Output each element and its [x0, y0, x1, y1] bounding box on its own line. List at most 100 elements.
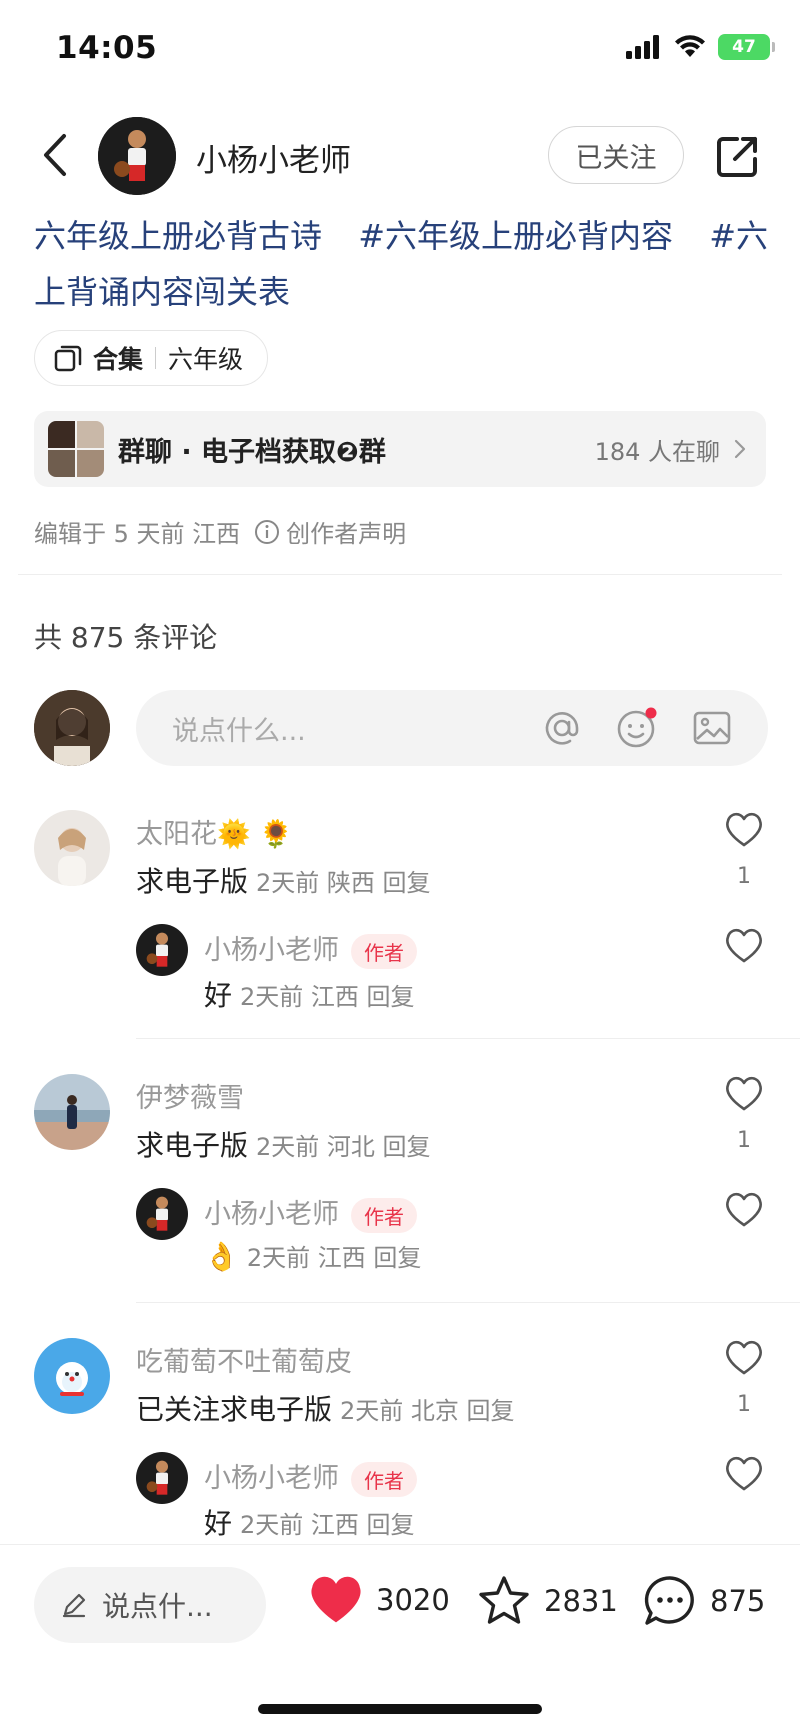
- reply-avatar[interactable]: [136, 1188, 188, 1240]
- reply-text: 好: [204, 1507, 233, 1540]
- mention-icon[interactable]: [542, 708, 582, 748]
- comment-text: 已关注求电子版: [136, 1393, 333, 1426]
- divider: [136, 1302, 800, 1303]
- status-icons: 47: [626, 34, 775, 60]
- reply-author-name[interactable]: 小杨小老师: [204, 1463, 339, 1494]
- heart-filled-icon: [311, 1576, 361, 1623]
- comment-bubble-icon: [644, 1576, 694, 1625]
- collection-chip[interactable]: 合集 六年级: [34, 330, 269, 386]
- hashtag-list: 六年级上册必背古诗 #六年级上册必背内容 #六上背诵内容闯关表: [34, 208, 774, 320]
- collection-label: 合集: [93, 345, 144, 374]
- creator-declaration[interactable]: 创作者声明: [286, 514, 406, 549]
- follow-button[interactable]: 已关注: [548, 126, 684, 184]
- avatar-beach-icon: [34, 1074, 110, 1150]
- star-icon: [479, 1576, 529, 1624]
- reply-text: 好: [204, 979, 233, 1012]
- home-indicator[interactable]: [258, 1704, 542, 1714]
- divider: [155, 347, 157, 369]
- reply-body: 好 2天前 江西 回复: [204, 974, 415, 1014]
- reply-body: 好 2天前 江西 回复: [204, 1502, 415, 1542]
- image-icon[interactable]: [692, 708, 732, 748]
- reply-avatar[interactable]: [136, 1452, 188, 1504]
- commenter-avatar[interactable]: [34, 1338, 110, 1414]
- commenter-name[interactable]: 太阳花🌞 🌻: [136, 812, 293, 851]
- reply-author-name[interactable]: 小杨小老师: [204, 1199, 339, 1230]
- author-avatar[interactable]: [98, 117, 176, 195]
- info-icon: [255, 519, 280, 544]
- reply-author: 小杨小老师 作者: [204, 1456, 417, 1497]
- divider: [18, 574, 782, 575]
- back-arrow-icon[interactable]: [36, 130, 76, 180]
- reply-author: 小杨小老师 作者: [204, 1192, 417, 1233]
- group-chat-count: 184 人在聊: [594, 437, 720, 466]
- reply-body: 👌 2天前 江西 回复: [204, 1238, 421, 1273]
- comment-text: 求电子版: [136, 1129, 249, 1162]
- comment-body: 求电子版 2天前 河北 回复: [136, 1124, 431, 1164]
- hashtag[interactable]: #六年级上册必背内容: [358, 217, 673, 255]
- edit-info: 编辑于 5 天前 江西: [34, 520, 241, 548]
- comment-meta[interactable]: 2天前 北京 回复: [340, 1397, 515, 1425]
- reply-meta[interactable]: 2天前 江西 回复: [240, 983, 415, 1011]
- like-count: 1: [737, 864, 751, 889]
- group-chat-title: 群聊 · 电子档获取❷群: [118, 436, 386, 468]
- share-icon[interactable]: [713, 133, 761, 181]
- comment-body: 已关注求电子版 2天前 北京 回复: [136, 1388, 515, 1428]
- comment-text: 求电子版: [136, 865, 249, 898]
- reply-avatar[interactable]: [136, 924, 188, 976]
- like-heart-icon[interactable]: [724, 1192, 764, 1228]
- like-heart-icon[interactable]: [724, 812, 764, 848]
- divider: [136, 1038, 800, 1039]
- author-badge: 作者: [351, 1462, 417, 1497]
- commenter-name[interactable]: 伊梦薇雪: [136, 1076, 244, 1115]
- battery-level: 47: [732, 37, 756, 57]
- favorite-button[interactable]: 2831: [476, 1574, 618, 1628]
- like-total: 3020: [376, 1583, 450, 1617]
- battery-indicator: 47: [718, 34, 775, 60]
- like-heart-icon[interactable]: [724, 1456, 764, 1492]
- chevron-right-icon: [734, 439, 746, 459]
- commenter-avatar[interactable]: [34, 1074, 110, 1150]
- comment-meta[interactable]: 2天前 河北 回复: [256, 1133, 431, 1161]
- avatar-figure-icon: [98, 117, 176, 195]
- comment-input-placeholder: 说点什么...: [172, 715, 306, 747]
- hashtag[interactable]: 六年级上册必背古诗: [34, 217, 322, 255]
- comment-total: 875: [710, 1584, 766, 1618]
- wifi-icon: [675, 35, 705, 57]
- author-badge: 作者: [351, 934, 417, 969]
- avatar-figure-icon: [136, 924, 188, 976]
- like-button[interactable]: 3020: [308, 1574, 450, 1626]
- like-heart-icon[interactable]: [724, 1076, 764, 1112]
- favorite-total: 2831: [544, 1584, 618, 1618]
- collection-icon: [54, 345, 82, 372]
- commenter-name[interactable]: 吃葡萄不吐葡萄皮: [136, 1340, 352, 1379]
- avatar-portrait-icon: [34, 690, 110, 766]
- comment-body: 求电子版 2天前 陕西 回复: [136, 860, 431, 900]
- commenter-avatar[interactable]: [34, 810, 110, 886]
- avatar-figure-icon: [136, 1188, 188, 1240]
- avatar-cartoon-icon: [34, 1338, 110, 1414]
- like-count: 1: [737, 1392, 751, 1417]
- group-avatar: [48, 421, 104, 477]
- comment-meta[interactable]: 2天前 陕西 回复: [256, 869, 431, 897]
- author-badge: 作者: [351, 1198, 417, 1233]
- reply-meta[interactable]: 2天前 江西 回复: [247, 1244, 422, 1272]
- my-avatar: [34, 690, 110, 766]
- status-time: 14:05: [56, 30, 158, 66]
- like-heart-icon[interactable]: [724, 928, 764, 964]
- reply-text: 👌: [204, 1240, 239, 1273]
- avatar-figure-icon: [136, 1452, 188, 1504]
- bottom-input-placeholder: 说点什...: [102, 1590, 213, 1623]
- comment-button[interactable]: 875: [642, 1574, 765, 1628]
- like-heart-icon[interactable]: [724, 1340, 764, 1376]
- emoji-icon[interactable]: [616, 707, 658, 749]
- avatar-portrait-icon: [34, 810, 110, 886]
- reply-meta[interactable]: 2天前 江西 回复: [240, 1511, 415, 1539]
- author-name[interactable]: 小杨小老师: [196, 135, 351, 180]
- group-chat-banner[interactable]: 群聊 · 电子档获取❷群 184 人在聊: [34, 411, 766, 487]
- comment-input[interactable]: 说点什么...: [136, 690, 768, 766]
- pencil-icon: [62, 1593, 86, 1618]
- reply-author-name[interactable]: 小杨小老师: [204, 935, 339, 966]
- post-meta: 编辑于 5 天前 江西 创作者声明: [34, 514, 406, 549]
- bottom-comment-input[interactable]: 说点什...: [34, 1567, 266, 1643]
- cellular-signal-icon: [626, 35, 659, 59]
